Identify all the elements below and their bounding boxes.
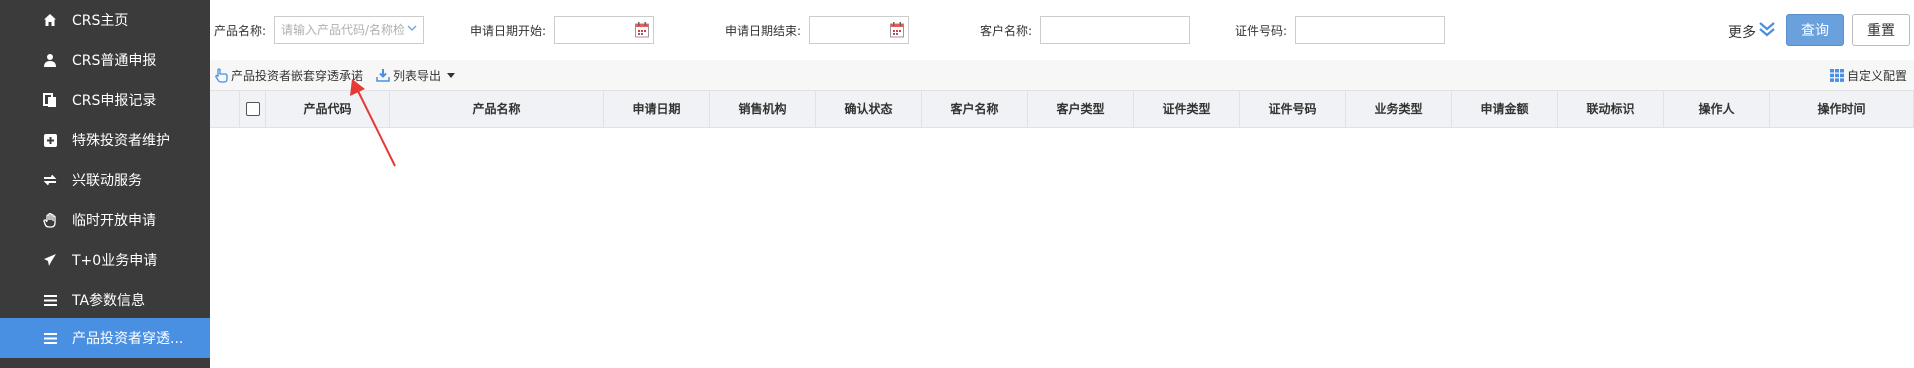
reset-button[interactable]: 重置 (1852, 14, 1910, 46)
document-icon (42, 92, 58, 108)
table-header-select (240, 91, 266, 127)
sidebar-item-ta-params[interactable]: TA参数信息 (0, 280, 210, 320)
pointer-hand-icon (215, 68, 228, 83)
caret-down-icon (447, 73, 456, 78)
column-header-customer-type[interactable]: 客户类型 (1028, 91, 1134, 127)
column-header-confirm-status[interactable]: 确认状态 (816, 91, 922, 127)
table-header: 产品代码 产品名称 申请日期 销售机构 确认状态 客户名称 客户类型 证件类型 … (210, 90, 1914, 128)
cert-no-field[interactable] (1295, 16, 1445, 44)
user-icon (42, 52, 58, 68)
calendar-icon[interactable] (890, 22, 904, 38)
sidebar-item-special-investor[interactable]: 特殊投资者维护 (0, 120, 210, 160)
sidebar-item-label: 临时开放申请 (72, 213, 156, 229)
list-icon (42, 292, 58, 308)
table-header-blank (210, 91, 240, 127)
sidebar-item-label: CRS主页 (72, 13, 129, 29)
sidebar-item-label: TA参数信息 (72, 293, 146, 309)
hand-icon (42, 212, 58, 228)
customer-name-field[interactable] (1040, 16, 1190, 44)
sidebar-item-label: CRS普通申报 (72, 53, 157, 69)
sidebar-item-label: CRS申报记录 (72, 93, 157, 109)
product-name-select[interactable] (274, 16, 424, 44)
list-icon (42, 330, 58, 346)
custom-config-label: 自定义配置 (1847, 69, 1908, 83)
product-name-label: 产品名称: (214, 24, 267, 38)
download-icon (376, 69, 390, 82)
exchange-icon (42, 172, 58, 188)
column-header-business-type[interactable]: 业务类型 (1346, 91, 1452, 127)
sidebar-item-label: 产品投资者穿透... (72, 331, 184, 347)
cert-no-label: 证件号码: (1235, 24, 1288, 38)
grid-icon (1830, 69, 1844, 82)
filter-bar: 产品名称: 申请日期开始: 申请日期结束: 客户名称: 证件号码: 更多 查询 … (210, 0, 1914, 60)
more-filters-toggle[interactable]: 更多 (1728, 22, 1756, 42)
main-content: 产品名称: 申请日期开始: 申请日期结束: 客户名称: 证件号码: 更多 查询 … (210, 0, 1914, 368)
sidebar-item-temporary-open[interactable]: 临时开放申请 (0, 200, 210, 240)
start-date-label: 申请日期开始: (470, 24, 547, 38)
toolbar: 产品投资者嵌套穿透承诺 列表导出 自定义配置 (210, 60, 1914, 90)
sidebar-item-label: 兴联动服务 (72, 173, 142, 189)
sidebar-item-product-investor-penetration[interactable]: 产品投资者穿透... (0, 318, 210, 358)
sidebar-item-linkage-service[interactable]: 兴联动服务 (0, 160, 210, 200)
column-header-cert-no[interactable]: 证件号码 (1240, 91, 1346, 127)
customer-name-label: 客户名称: (980, 24, 1033, 38)
plus-square-icon (42, 132, 58, 148)
column-header-operator[interactable]: 操作人 (1664, 91, 1770, 127)
column-header-apply-date[interactable]: 申请日期 (604, 91, 710, 127)
column-header-linkage-flag[interactable]: 联动标识 (1558, 91, 1664, 127)
nested-penetration-commitment-label: 产品投资者嵌套穿透承诺 (231, 69, 364, 83)
column-header-product-code[interactable]: 产品代码 (266, 91, 390, 127)
sidebar: CRS主页 CRS普通申报 CRS申报记录 特殊投资者维护 兴联动服务 临时开放… (0, 0, 210, 368)
sidebar-item-t0-business[interactable]: T+0业务申请 (0, 240, 210, 280)
cert-no-input[interactable] (1296, 17, 1444, 43)
column-header-product-name[interactable]: 产品名称 (390, 91, 604, 127)
list-export-button[interactable]: 列表导出 (376, 67, 458, 84)
sidebar-item-label: 特殊投资者维护 (72, 133, 170, 149)
nested-penetration-commitment-button[interactable]: 产品投资者嵌套穿透承诺 (214, 67, 363, 84)
sidebar-item-label: T+0业务申请 (72, 253, 158, 269)
calendar-icon[interactable] (635, 22, 649, 38)
sidebar-item-crs-report[interactable]: CRS普通申报 (0, 40, 210, 80)
end-date-field[interactable] (809, 16, 909, 44)
start-date-field[interactable] (554, 16, 654, 44)
sidebar-item-crs-home[interactable]: CRS主页 (0, 0, 210, 40)
query-button[interactable]: 查询 (1786, 14, 1844, 46)
column-header-customer-name[interactable]: 客户名称 (922, 91, 1028, 127)
end-date-label: 申请日期结束: (725, 24, 802, 38)
paper-plane-icon (42, 252, 58, 268)
column-header-apply-amount[interactable]: 申请金额 (1452, 91, 1558, 127)
home-icon (42, 12, 58, 28)
custom-config-button[interactable]: 自定义配置 (1830, 67, 1907, 84)
select-all-checkbox[interactable] (246, 102, 260, 116)
chevron-down-icon (407, 25, 417, 32)
customer-name-input[interactable] (1041, 17, 1189, 43)
double-chevron-down-icon[interactable] (1758, 20, 1776, 38)
table-body (210, 128, 1914, 368)
column-header-sales-agency[interactable]: 销售机构 (710, 91, 816, 127)
sidebar-item-crs-records[interactable]: CRS申报记录 (0, 80, 210, 120)
column-header-cert-type[interactable]: 证件类型 (1134, 91, 1240, 127)
product-name-input[interactable] (275, 17, 423, 43)
column-header-operate-time[interactable]: 操作时间 (1770, 91, 1914, 127)
list-export-label: 列表导出 (393, 69, 442, 83)
